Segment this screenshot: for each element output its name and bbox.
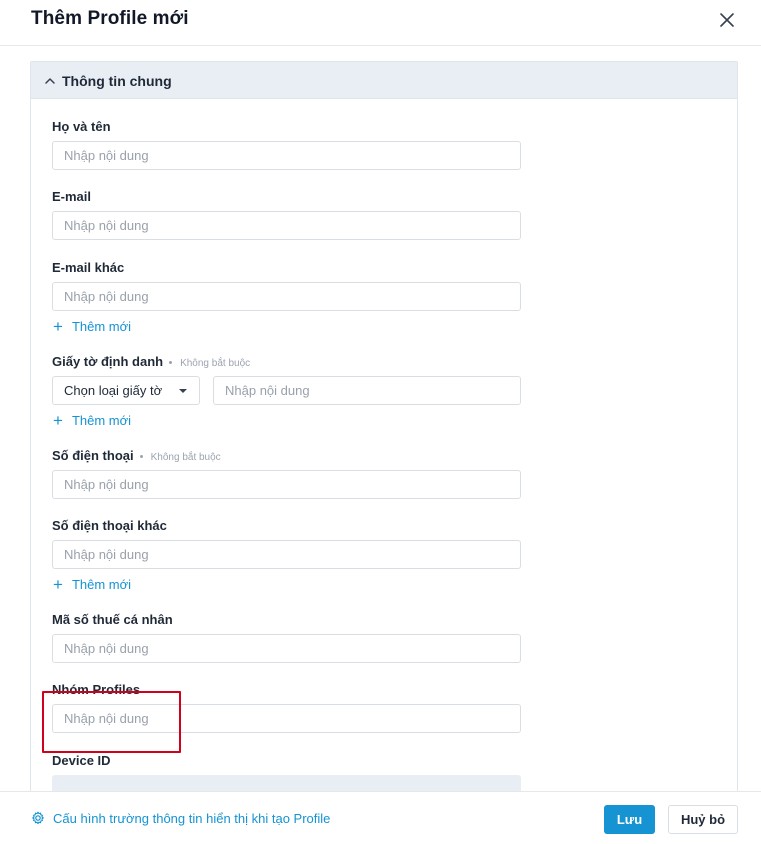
chevron-up-icon (45, 78, 55, 84)
plus-icon: + (53, 317, 63, 336)
id-document-input[interactable] (213, 376, 521, 405)
email-label: E-mail (52, 189, 92, 204)
optional-badge: Không bắt buộc (169, 358, 250, 369)
add-phone-button[interactable]: + Thêm mới (53, 574, 131, 594)
device-id-field (52, 775, 521, 791)
add-email-label: Thêm mới (71, 319, 132, 334)
caret-down-icon (179, 389, 187, 393)
email-other-input[interactable] (52, 282, 521, 311)
optional-text: Không bắt buộc (150, 452, 221, 463)
dialog-title: Thêm Profile mới (31, 8, 189, 29)
dialog-footer: Cấu hình trường thông tin hiển thị khi t… (0, 791, 761, 844)
configure-fields-link[interactable]: Cấu hình trường thông tin hiển thị khi t… (31, 811, 330, 826)
general-info-section: Thông tin chung Họ và tên E-mail E-mail … (30, 61, 738, 791)
section-header-general-info[interactable]: Thông tin chung (31, 62, 737, 99)
dialog-header: Thêm Profile mới (0, 0, 761, 46)
tax-code-label: Mã số thuế cá nhân (52, 612, 173, 627)
id-document-label-text: Giấy tờ định danh (52, 354, 164, 369)
profile-group-label: Nhóm Profiles (52, 682, 141, 697)
add-phone-label: Thêm mới (71, 577, 132, 592)
id-document-type-value: Chọn loại giấy tờ (64, 383, 163, 398)
email-input[interactable] (52, 211, 521, 240)
tax-code-input[interactable] (52, 634, 521, 663)
email-other-label: E-mail khác (52, 260, 125, 275)
section-title: Thông tin chung (62, 73, 172, 89)
full-name-input[interactable] (52, 141, 521, 170)
configure-fields-label: Cấu hình trường thông tin hiển thị khi t… (53, 811, 331, 826)
add-id-document-button[interactable]: + Thêm mới (53, 410, 131, 430)
full-name-label: Họ và tên (52, 119, 111, 134)
gear-icon (32, 811, 44, 825)
profile-group-input[interactable] (52, 704, 521, 733)
phone-input[interactable] (52, 470, 521, 499)
plus-icon: + (53, 575, 63, 594)
close-icon[interactable] (716, 9, 738, 31)
phone-label-text: Số điện thoại (52, 448, 134, 463)
id-document-label: Giấy tờ định danh Không bắt buộc (52, 354, 250, 369)
dialog-body[interactable]: Thông tin chung Họ và tên E-mail E-mail … (0, 47, 761, 791)
save-button[interactable]: Lưu (604, 805, 655, 834)
device-id-label: Device ID (52, 753, 111, 768)
add-email-button[interactable]: + Thêm mới (53, 316, 131, 336)
id-document-type-select[interactable]: Chọn loại giấy tờ (52, 376, 200, 405)
phone-other-label: Số điện thoại khác (52, 518, 167, 533)
plus-icon: + (53, 411, 63, 430)
cancel-button[interactable]: Huỷ bỏ (668, 805, 738, 834)
phone-label: Số điện thoại Không bắt buộc (52, 448, 221, 463)
optional-badge: Không bắt buộc (139, 452, 221, 463)
add-id-document-label: Thêm mới (71, 413, 132, 428)
optional-text: Không bắt buộc (180, 358, 251, 369)
phone-other-input[interactable] (52, 540, 521, 569)
